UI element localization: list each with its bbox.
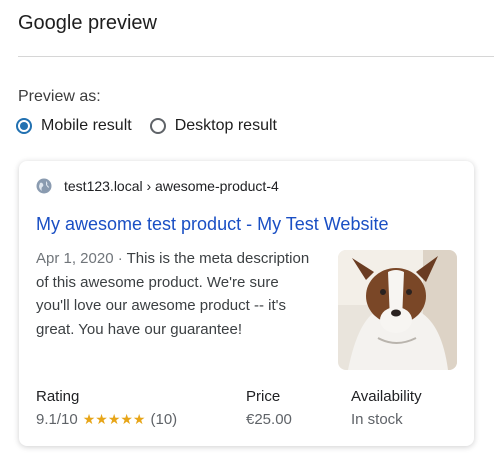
- result-title-link[interactable]: My awesome test product - My Test Websit…: [36, 214, 388, 235]
- preview-as-label: Preview as:: [18, 88, 101, 105]
- divider: [18, 56, 494, 57]
- rating-score: 9.1/10: [36, 411, 78, 428]
- date-separator: ·: [113, 250, 127, 267]
- availability-value: In stock: [351, 411, 403, 428]
- desktop-result-radio[interactable]: Desktop result: [149, 117, 277, 135]
- search-result-card: test123.local › awesome-product-4 My awe…: [19, 161, 474, 446]
- availability-heading: Availability: [351, 388, 422, 405]
- rating-heading: Rating: [36, 388, 80, 405]
- product-thumbnail: [338, 250, 457, 370]
- radio-unchecked-icon[interactable]: [149, 118, 166, 134]
- desktop-result-label[interactable]: Desktop result: [175, 117, 277, 135]
- price-block: Price €25.00: [246, 388, 292, 428]
- page-title: Google preview: [18, 12, 157, 34]
- price-value: €25.00: [246, 411, 292, 428]
- result-date: Apr 1, 2020: [36, 250, 114, 267]
- price-heading: Price: [246, 388, 281, 405]
- star-rating-icon: ★★★★★: [82, 411, 146, 427]
- radio-checked-icon[interactable]: [16, 118, 32, 134]
- mobile-result-label[interactable]: Mobile result: [41, 117, 132, 135]
- availability-block: Availability In stock: [351, 388, 422, 428]
- result-breadcrumb[interactable]: test123.local › awesome-product-4: [64, 178, 279, 194]
- preview-radio-group: Mobile result Desktop result: [16, 117, 295, 135]
- result-url-row: test123.local › awesome-product-4: [36, 178, 279, 194]
- mobile-result-radio[interactable]: Mobile result: [16, 117, 132, 135]
- result-description: Apr 1, 2020 · This is the meta descripti…: [36, 247, 314, 341]
- rating-count: (10): [150, 411, 178, 428]
- globe-icon: [36, 178, 52, 194]
- rating-value-row: 9.1/10 ★★★★★ (10): [36, 411, 177, 428]
- rating-block: Rating 9.1/10 ★★★★★ (10): [36, 388, 177, 428]
